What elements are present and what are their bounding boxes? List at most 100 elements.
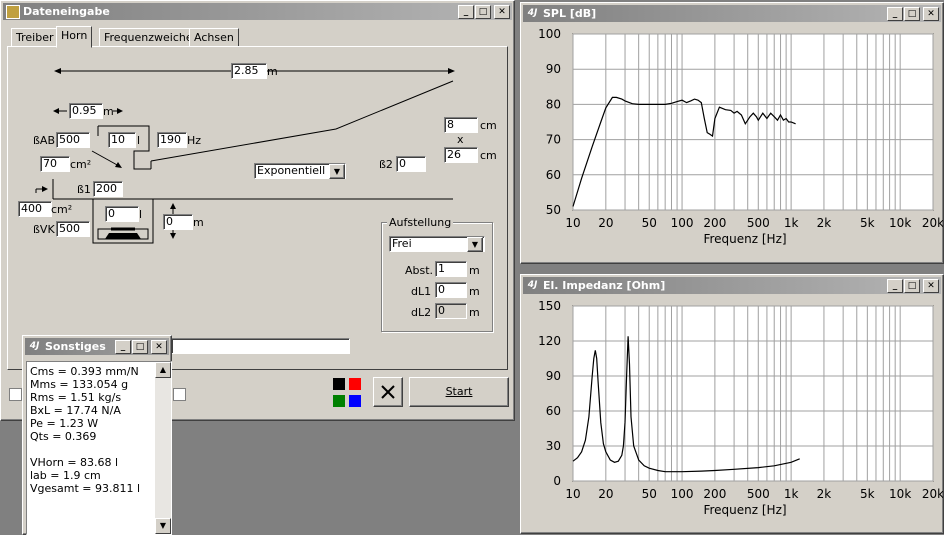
bab-field[interactable]: 500 <box>56 132 90 148</box>
dl1-label: dL1 <box>411 285 432 298</box>
flare-dropdown-button[interactable]: ▼ <box>329 164 345 179</box>
scroll-up-icon[interactable]: ▲ <box>155 362 171 378</box>
b1-label: ß1 <box>77 183 91 196</box>
sonstiges-titlebar[interactable]: 4J Sonstiges _ □ ✕ <box>25 338 169 355</box>
x-tick-label: 500 <box>747 216 770 230</box>
b1-field[interactable]: 200 <box>93 181 123 197</box>
freq-field[interactable]: 190 <box>157 132 187 148</box>
sd-field[interactable]: 400 <box>18 201 52 217</box>
sonstiges-line <box>30 443 140 456</box>
height-unit: cm <box>480 149 497 162</box>
aufstellung-dropdown-button[interactable]: ▼ <box>467 237 483 252</box>
y-tick-label: 80 <box>546 97 561 111</box>
x-tick-label: 10k <box>889 487 911 501</box>
length-field[interactable]: 2.85 <box>231 63 267 79</box>
x-tick-label: 20 <box>598 216 613 230</box>
app-logo-icon: 4J <box>29 341 40 351</box>
plot-area <box>572 33 934 211</box>
x-tick-label: 20 <box>598 487 613 501</box>
y-tick-label: 70 <box>546 133 561 147</box>
status-checkbox-2[interactable] <box>173 388 186 401</box>
x-tick-label: 50 <box>642 487 657 501</box>
scroll-down-icon[interactable]: ▼ <box>155 518 171 534</box>
color-black[interactable] <box>333 378 345 390</box>
sonstiges-line: Vgesamt = 93.811 l <box>30 482 141 495</box>
y-tick-label: 90 <box>546 62 561 76</box>
textarea-scrollbar[interactable]: ▲ ▼ <box>155 362 171 534</box>
status-checkbox[interactable] <box>9 388 22 401</box>
cross-icon <box>381 385 395 399</box>
vk-field[interactable]: 0 <box>105 206 139 222</box>
color-green[interactable] <box>333 395 345 407</box>
y-tick-label: 0 <box>553 474 561 488</box>
vk-unit: l <box>139 208 143 221</box>
dl1-unit: m <box>469 285 480 298</box>
start-button[interactable]: Start <box>409 377 509 407</box>
width-field[interactable]: 8 <box>444 117 478 133</box>
sonstiges-line: lab = 1.9 cm <box>30 469 101 482</box>
spl-chart: 100 90 80 70 60 50 10 20 50 100 200 500 1k 2k 5k 10k 20k… <box>538 27 943 246</box>
spl-window: 4J SPL [dB] _ □ ✕ 100 90 80 70 60 50 10 20 50 100 20… <box>520 2 944 264</box>
sonstiges-title: Sonstiges <box>45 340 106 353</box>
offset-field[interactable]: 0 <box>163 214 193 230</box>
clear-button[interactable] <box>373 377 403 407</box>
abst-field[interactable]: 1 <box>435 261 467 277</box>
sd-unit: cm² <box>51 203 73 216</box>
sonstiges-line: Rms = 1.51 kg/s <box>30 391 122 404</box>
x-tick-label: 100 <box>671 216 694 230</box>
sonstiges-line: Cms = 0.393 mm/N <box>30 365 139 378</box>
dl1-field[interactable]: 0 <box>435 282 467 298</box>
plot-area <box>572 305 934 482</box>
color-red[interactable] <box>349 378 361 390</box>
volume-unit: l <box>137 134 141 147</box>
sonstiges-line: Pe = 1.23 W <box>30 417 99 430</box>
y-tick-label: 150 <box>538 299 561 313</box>
volume-field[interactable]: 10 <box>108 132 136 148</box>
x-tick-label: 10 <box>565 216 580 230</box>
y-tick-label: 60 <box>546 168 561 182</box>
x-tick-label: 2k <box>817 216 832 230</box>
sonstiges-lines: Cms = 0.393 mm/N Mms = 133.054 g Rms = 1.5… <box>30 365 140 495</box>
mouth-distance-field[interactable]: 0.95 <box>69 103 103 119</box>
x-tick-label: 1k <box>784 216 799 230</box>
y-tick-label: 60 <box>546 404 561 418</box>
sonstiges-line: Mms = 133.054 g <box>30 378 129 391</box>
maximize-icon[interactable]: □ <box>132 340 148 354</box>
tab-horn[interactable]: Horn <box>56 26 93 48</box>
length-unit: m <box>267 65 278 78</box>
x-tick-label: 50 <box>642 216 657 230</box>
x-tick-label: 100 <box>671 487 694 501</box>
impedance-window: 4J El. Impedanz [Ohm] _ □ ✕ 150 120 90 60 30 0 1… <box>520 274 944 534</box>
project-name-field[interactable] <box>171 338 350 354</box>
y-tick-label: 120 <box>538 334 561 348</box>
x-tick-label: 500 <box>747 487 770 501</box>
x-tick-label: 10 <box>565 487 580 501</box>
x-axis-label: Frequenz [Hz] <box>703 503 786 517</box>
sonstiges-textarea[interactable]: Cms = 0.393 mm/N Mms = 133.054 g Rms = 1.5… <box>26 361 172 535</box>
x-tick-label: 5k <box>860 487 875 501</box>
dl2-field: 0 <box>435 303 467 319</box>
x-tick-label: 1k <box>784 487 799 501</box>
color-blue[interactable] <box>349 395 361 407</box>
close-icon[interactable]: ✕ <box>151 340 167 354</box>
throat-area-field[interactable]: 70 <box>40 156 70 172</box>
dl2-label: dL2 <box>411 306 432 319</box>
minimize-icon[interactable]: _ <box>115 340 131 354</box>
x-tick-label: 20k <box>922 487 943 501</box>
bvk-field[interactable]: 500 <box>56 221 90 237</box>
bab-label: ßAB <box>33 134 55 147</box>
y-tick-label: 90 <box>546 369 561 383</box>
sonstiges-window: 4J Sonstiges _ □ ✕ Cms = 0.393 mm/N Mms = 1… <box>22 335 172 535</box>
sonstiges-line: Qts = 0.369 <box>30 430 97 443</box>
y-tick-label: 30 <box>546 439 561 453</box>
b2-field[interactable]: 0 <box>396 156 426 172</box>
x-tick-label: 20k <box>922 216 943 230</box>
y-tick-label: 100 <box>538 27 561 41</box>
aufstellung-value: Frei <box>392 237 412 250</box>
dl2-unit: m <box>469 306 480 319</box>
width-unit: cm <box>480 119 497 132</box>
bvk-label: ßVK <box>33 223 55 236</box>
height-field[interactable]: 26 <box>444 147 478 163</box>
x-tick-label: 200 <box>703 216 726 230</box>
sonstiges-line: BxL = 17.74 N/A <box>30 404 121 417</box>
